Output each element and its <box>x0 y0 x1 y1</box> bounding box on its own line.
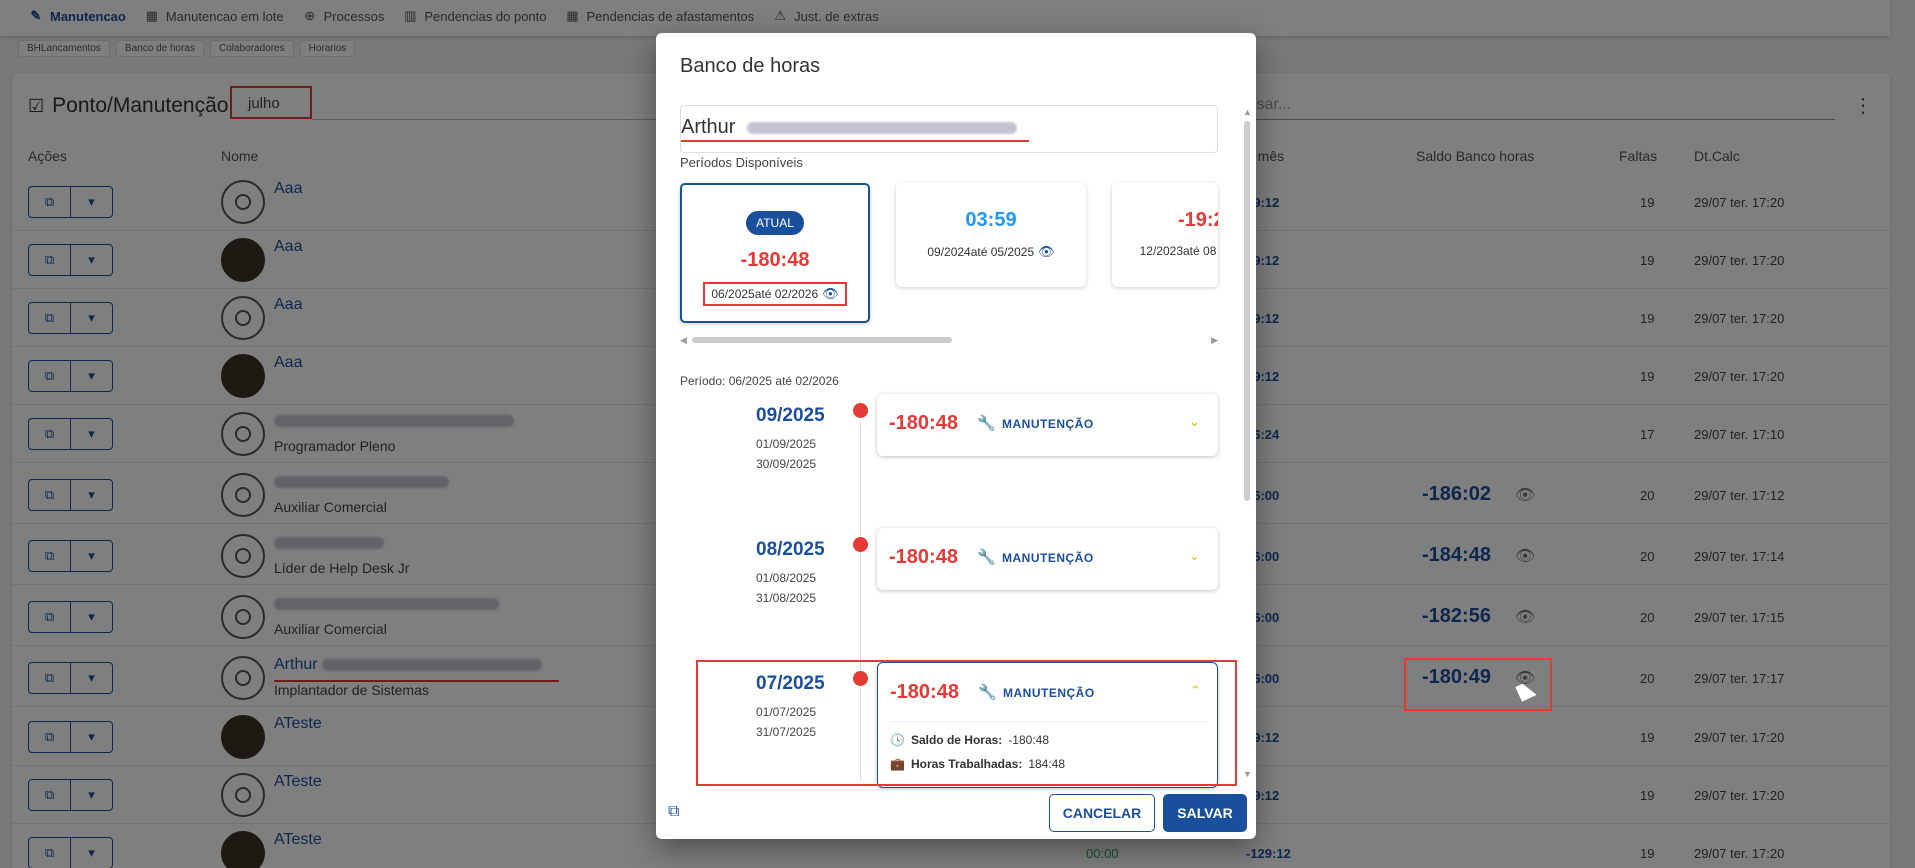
timeline-dot <box>853 403 868 418</box>
copy-icon[interactable]: ⧉ <box>668 803 679 821</box>
timeline-end: 30/09/2025 <box>756 457 817 471</box>
eye-icon[interactable]: 👁 <box>1038 244 1055 260</box>
period-card-current[interactable]: ATUAL -180:48 06/2025até 02/2026 👁 <box>680 183 870 323</box>
timeline-start: 01/09/2025 <box>756 437 817 451</box>
eye-icon[interactable]: 👁 <box>822 286 839 302</box>
timeline-end: 31/08/2025 <box>756 591 817 605</box>
period-value: -19:2 <box>1178 209 1218 231</box>
chevron-down-icon[interactable]: ⌄ <box>1189 548 1200 564</box>
period-dates: 12/2023até 08 <box>1139 244 1217 258</box>
period-dates-text: 09/2024até 05/2025 <box>927 245 1035 259</box>
period-value: -180:48 <box>740 249 810 271</box>
timeline-value: -180:48 <box>889 546 958 568</box>
scroll-down-icon[interactable]: ▼ <box>1243 769 1252 779</box>
timeline-tag: MANUTENÇÃO <box>1002 551 1094 565</box>
period-dates-text: 06/2025até 02/2026 <box>711 287 819 301</box>
scroll-left-icon[interactable]: ◀ <box>680 335 687 346</box>
scroll-up-icon[interactable]: ▲ <box>1243 107 1252 117</box>
cancel-button[interactable]: CANCELAR <box>1049 794 1155 832</box>
period-dates: 06/2025até 02/2026 👁 <box>703 282 847 306</box>
dialog-title: Banco de horas <box>680 55 821 77</box>
employee-field: Arthur <box>680 105 1218 153</box>
chevron-down-icon[interactable]: ⌄ <box>1189 414 1200 430</box>
employee-name: Arthur <box>681 116 736 138</box>
save-button[interactable]: SALVAR <box>1163 794 1247 832</box>
scroll-thumb[interactable] <box>692 337 952 343</box>
period-dates: 09/2024até 05/2025 👁 <box>927 244 1054 260</box>
periods-label: Períodos Disponíveis <box>680 155 803 170</box>
timeline-month: 09/2025 <box>756 405 825 426</box>
periodo-text: Período: 06/2025 até 02/2026 <box>680 374 839 388</box>
timeline-card[interactable]: -180:48 🔧 MANUTENÇÃO ⌄ <box>877 528 1218 590</box>
periods-scrollbar[interactable]: ◀ ▶ <box>680 335 1218 346</box>
wrench-icon: 🔧 <box>977 549 996 566</box>
dialog-scrollbar[interactable]: ▲ ▼ <box>1242 107 1252 779</box>
timeline-value: -180:48 <box>889 412 958 434</box>
employee-name-blur <box>747 121 1018 134</box>
timeline-month: 08/2025 <box>756 539 825 560</box>
wrench-icon: 🔧 <box>977 415 996 432</box>
employee-underline <box>681 140 1029 142</box>
badge-atual: ATUAL <box>746 211 804 235</box>
period-card[interactable]: 03:59 09/2024até 05/2025 👁 <box>896 183 1086 287</box>
scroll-thumb[interactable] <box>1244 121 1250 501</box>
banco-horas-dialog: Banco de horas Arthur Períodos Disponíve… <box>656 33 1256 839</box>
highlight-timeline <box>696 660 1237 786</box>
period-card[interactable]: -19:2 12/2023até 08 <box>1112 183 1218 287</box>
timeline-start: 01/08/2025 <box>756 571 817 585</box>
period-value: 03:59 <box>965 209 1017 231</box>
timeline-tag: MANUTENÇÃO <box>1002 417 1094 431</box>
timeline-dot <box>853 537 868 552</box>
scroll-right-icon[interactable]: ▶ <box>1211 335 1218 346</box>
timeline-card[interactable]: -180:48 🔧 MANUTENÇÃO ⌄ <box>877 394 1218 456</box>
